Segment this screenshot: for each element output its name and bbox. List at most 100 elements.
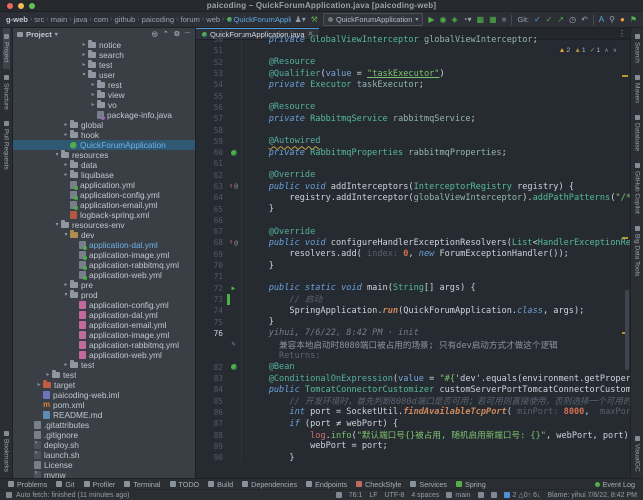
status-item-branch[interactable]: main [446, 492, 470, 499]
tree-item[interactable]: application-email.yml [13, 320, 195, 330]
tree-item[interactable]: application-dal.yml [13, 240, 195, 250]
override-icon[interactable]: ↑ [229, 239, 233, 246]
chevron-closed-icon[interactable]: ▸ [62, 122, 70, 128]
line-number[interactable]: 87 [196, 419, 226, 428]
breadcrumb-item[interactable]: forum [180, 15, 199, 24]
spring-bean-icon[interactable] [231, 364, 237, 370]
tree-item[interactable]: mvnw [13, 470, 195, 478]
tool-window-button-database[interactable]: Database [634, 109, 641, 157]
tree-item[interactable]: application-config.yml [13, 300, 195, 310]
spring-bean-icon[interactable] [231, 150, 237, 156]
profiler-button[interactable]: ◔▾ [463, 16, 472, 24]
tree-item[interactable]: ▾resources [13, 150, 195, 160]
code-line[interactable]: 55 [196, 90, 630, 101]
toolwindow-button-problems[interactable]: Problems [8, 480, 47, 489]
status-item-lock[interactable] [478, 492, 484, 498]
toolwindow-toggle-icon[interactable] [6, 492, 12, 498]
code-line[interactable]: 59 @Autowired [196, 136, 630, 147]
code-line[interactable]: 89 webPort = port; [196, 441, 630, 452]
tree-item[interactable]: ▸target [13, 380, 195, 390]
breadcrumb-item[interactable]: main [51, 15, 67, 24]
push-button[interactable]: ↗ [557, 16, 564, 24]
build-hammer-icon[interactable]: ⚒ [311, 16, 318, 24]
tool-window-button-project[interactable]: Project [3, 28, 10, 69]
tool-window-button-maven[interactable]: Maven [634, 69, 641, 109]
toolwindow-button-profiler[interactable]: Profiler [84, 480, 116, 489]
tool-window-button-structure[interactable]: Structure [3, 69, 10, 116]
tree-item[interactable]: ▾dev [13, 230, 195, 240]
tree-item[interactable]: logback-spring.xml [13, 210, 195, 220]
tree-item[interactable]: paicoding-web.iml [13, 390, 195, 400]
collapse-all-icon[interactable]: ⌃ [162, 30, 170, 38]
notification-flag-icon[interactable]: ⚑ [630, 16, 637, 24]
tree-item[interactable]: ▸pre [13, 280, 195, 290]
tree-item[interactable]: ▸liquibase [13, 170, 195, 180]
stripe-warning-mark[interactable] [622, 75, 628, 77]
code-line[interactable]: 86 int port = SocketUtil.findAvailableTc… [196, 407, 630, 418]
breadcrumb-item[interactable]: g-web [6, 15, 28, 24]
toolwindow-button-spring[interactable]: Spring [456, 480, 486, 489]
code-line[interactable]: 57 private RabbitmqService rabbitmqServi… [196, 113, 630, 124]
next-issue-icon[interactable]: ∨ [613, 47, 617, 54]
chevron-closed-icon[interactable]: ▸ [80, 62, 88, 68]
chevron-closed-icon[interactable]: ▸ [80, 52, 88, 58]
code-line[interactable]: 71 [196, 271, 630, 282]
tree-item[interactable]: pom.xml [13, 400, 195, 410]
chevron-closed-icon[interactable]: ▸ [62, 282, 70, 288]
tree-item[interactable]: ▸data [13, 160, 195, 170]
status-item-widget[interactable] [336, 492, 342, 498]
translate-icon[interactable]: A [599, 16, 604, 24]
line-number[interactable]: 88 [196, 431, 226, 440]
run-configuration-select[interactable]: QuickForumApplication ▾ [323, 13, 423, 26]
code-line[interactable]: 61 [196, 158, 630, 169]
code-line[interactable]: 67 @Override [196, 226, 630, 237]
chevron-closed-icon[interactable]: ▸ [35, 382, 43, 388]
tree-item[interactable]: ▸test [13, 370, 195, 380]
run-button[interactable]: ▶ [428, 16, 434, 24]
line-number[interactable]: 84 [196, 385, 226, 394]
toolwindow-button-build[interactable]: Build [208, 480, 233, 489]
line-number[interactable]: 68 [196, 238, 226, 247]
line-number[interactable]: 74 [196, 306, 226, 315]
status-item-assistant-badge[interactable]: 2 △0↑ 6↓ [504, 491, 541, 499]
chevron-closed-icon[interactable]: ▸ [62, 172, 70, 178]
annotation-gutter-icon[interactable]: @ [234, 183, 238, 190]
toolwindow-button-todo[interactable]: TODO [170, 480, 200, 489]
user-dropdown-icon[interactable]: ♟▾ [295, 16, 306, 24]
locate-icon[interactable]: ◎ [151, 30, 159, 38]
code-line[interactable]: ✎ 兼容本地启动时8080端口被占用的场景; 只有dev启动方式才做这个逻辑 [196, 339, 630, 350]
line-number[interactable]: 72 [196, 284, 226, 293]
code-line[interactable]: 69 resolvers.add( index: 0, new ForumExc… [196, 249, 630, 260]
code-line[interactable]: 50 private GlobalViewInterceptor globalV… [196, 34, 630, 45]
line-number[interactable]: 60 [196, 148, 226, 157]
line-number[interactable]: 75 [196, 318, 226, 327]
code-line[interactable]: 54 private Executor taskExecutor; [196, 79, 630, 90]
tool-window-button-github-copilot[interactable]: GitHub Copilot [634, 157, 641, 220]
chevron-closed-icon[interactable]: ▸ [62, 362, 70, 368]
code-area[interactable]: 50 private GlobalViewInterceptor globalV… [196, 34, 630, 463]
edit-doc-icon[interactable]: ✎ [231, 341, 235, 348]
tree-item[interactable]: application-email.yml [13, 200, 195, 210]
code-line[interactable]: 87 if (port ≠ webPort) { [196, 418, 630, 429]
chevron-open-icon[interactable]: ▾ [80, 72, 88, 78]
history-button[interactable]: ◷ [569, 16, 576, 24]
code-line[interactable]: 76 yihui, 7/6/22, 8:42 PM · init [196, 328, 630, 339]
code-line[interactable]: 53 @Qualifier(value = "taskExecutor") [196, 68, 630, 79]
line-number[interactable]: 59 [196, 137, 226, 146]
tree-item[interactable]: application.yml [13, 180, 195, 190]
line-number[interactable]: 53 [196, 69, 226, 78]
tree-item[interactable]: application-image.yml [13, 250, 195, 260]
code-line[interactable]: 68↑@ public void configureHandlerExcepti… [196, 237, 630, 248]
tree-item[interactable]: application-web.yml [13, 350, 195, 360]
breadcrumb-current-class[interactable]: QuickForumApplication [227, 15, 291, 24]
tool-window-button-big-data-tools[interactable]: Big Data Tools [634, 220, 641, 282]
line-number[interactable]: 61 [196, 159, 226, 168]
line-number[interactable]: 83 [196, 374, 226, 383]
tree-item[interactable]: application-image.yml [13, 330, 195, 340]
ide-update-icon[interactable]: ● [620, 16, 625, 24]
inspections-widget[interactable]: ▲2 ▲1 ✓1 ∧ ∨ [556, 45, 620, 55]
chevron-closed-icon[interactable]: ▸ [80, 42, 88, 48]
breadcrumb-item[interactable]: src [34, 15, 44, 24]
chevron-open-icon[interactable]: ▾ [62, 232, 70, 238]
line-number[interactable]: 58 [196, 126, 226, 135]
